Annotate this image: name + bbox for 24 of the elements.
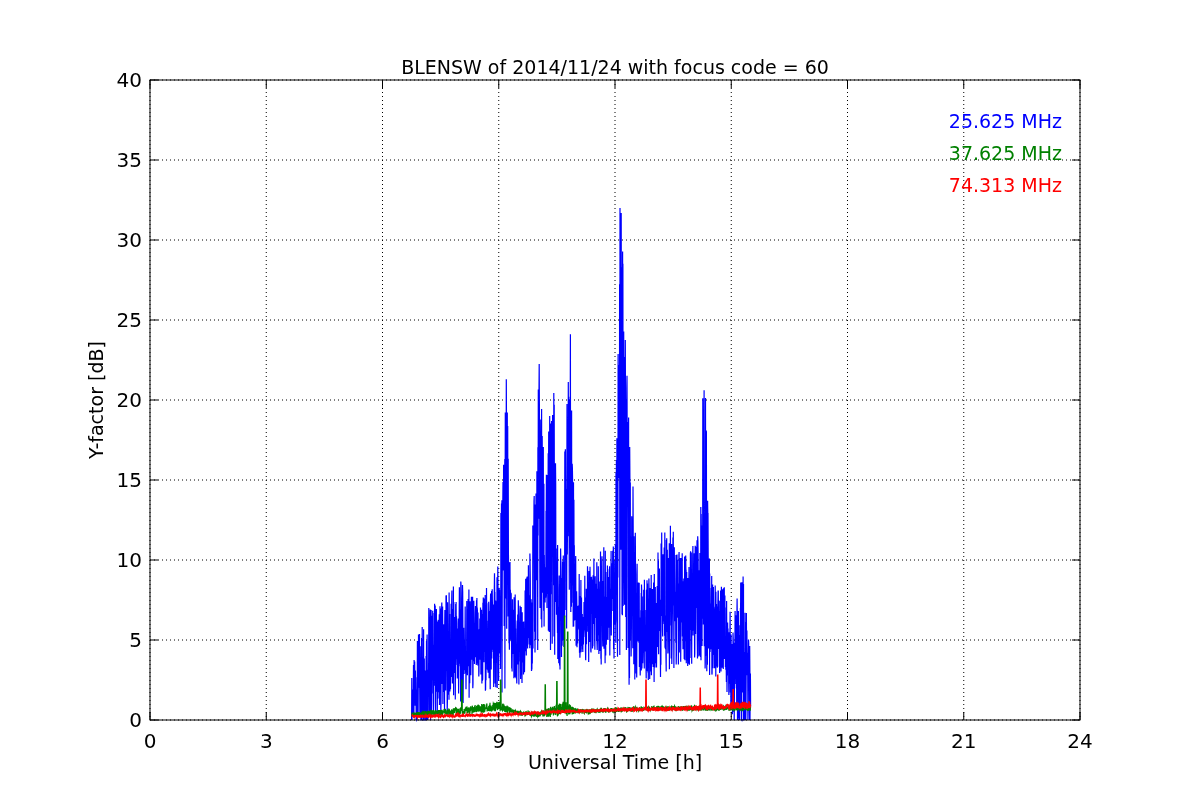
- x-tick-label: 24: [1067, 729, 1093, 753]
- y-tick-label: 25: [116, 308, 142, 332]
- y-tick-label: 5: [129, 628, 142, 652]
- x-axis-label: Universal Time [h]: [527, 751, 703, 773]
- y-tick-label: 15: [116, 468, 142, 492]
- x-tick-label: 6: [376, 729, 389, 753]
- chart-title: BLENSW of 2014/11/24 with focus code = 60: [401, 56, 829, 78]
- x-tick-label: 21: [951, 729, 977, 753]
- y-tick-label: 0: [129, 708, 142, 732]
- y-axis-label: Y-factor [dB]: [85, 341, 107, 459]
- x-tick-label: 9: [492, 729, 506, 753]
- x-tick-label: 15: [718, 729, 744, 753]
- y-tick-label: 10: [116, 548, 142, 572]
- x-tick-label: 18: [834, 729, 861, 753]
- legend-label: 74.313 MHz: [948, 174, 1062, 196]
- x-tick-label: 0: [143, 729, 157, 753]
- y-tick-label: 30: [116, 228, 142, 252]
- x-tick-label: 12: [602, 729, 628, 753]
- legend-label: 37.625 MHz: [948, 142, 1062, 164]
- legend-label: 25.625 MHz: [948, 110, 1062, 132]
- y-tick-label: 35: [116, 148, 142, 172]
- x-tick-label: 3: [259, 729, 273, 753]
- y-tick-label: 20: [116, 388, 142, 412]
- y-tick-label: 40: [116, 68, 142, 92]
